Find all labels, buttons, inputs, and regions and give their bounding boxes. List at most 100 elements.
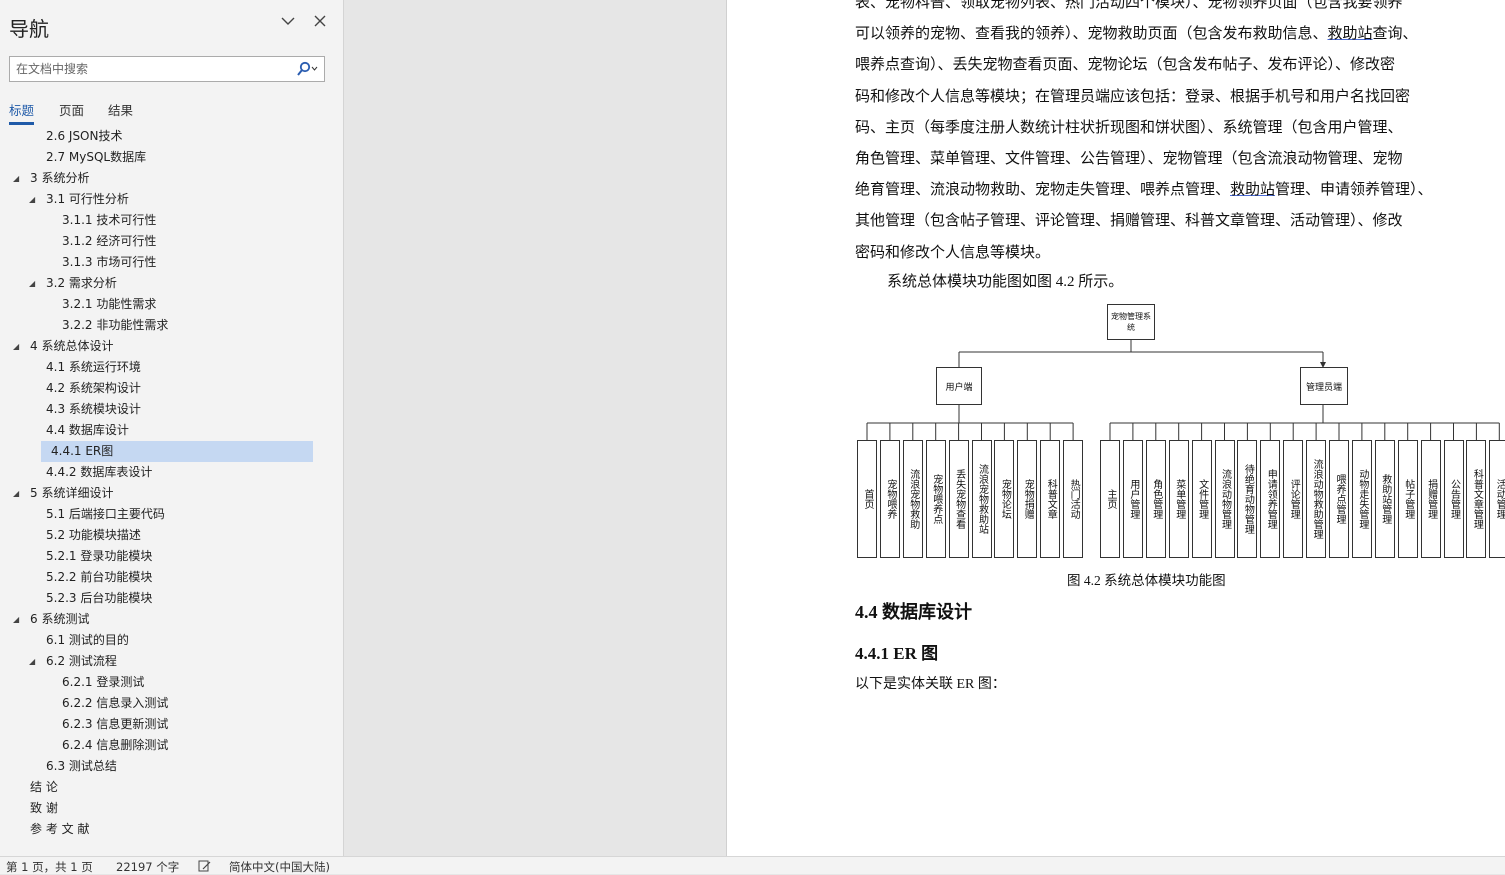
tab-results[interactable]: 结果 — [108, 100, 133, 119]
nav-heading-label: 4.4.2 数据库表设计 — [46, 465, 153, 479]
nav-heading-item[interactable]: 5.2 功能模块描述 — [0, 525, 330, 546]
diagram-module-label: 喂养点管理 — [1334, 474, 1345, 524]
nav-heading-label: 3.1.3 市场可行性 — [62, 255, 157, 269]
diagram-module-label: 公告管理 — [1448, 479, 1460, 519]
nav-heading-item[interactable]: ◢ 5 系统详细设计 — [0, 483, 330, 504]
word-count[interactable]: 22197 个字 — [116, 859, 179, 875]
nav-heading-label: 5.1 后端接口主要代码 — [46, 507, 165, 521]
nav-heading-item[interactable]: 4.4.1 ER图 — [41, 441, 313, 462]
diagram-module-label: 用户管理 — [1127, 479, 1139, 519]
collapse-triangle-icon[interactable]: ◢ — [13, 336, 23, 357]
nav-heading-label: 3.2 需求分析 — [46, 276, 117, 290]
nav-heading-item[interactable]: 5.2.3 后台功能模块 — [0, 588, 330, 609]
collapse-triangle-icon[interactable]: ◢ — [29, 273, 39, 294]
diagram-module-box: 评论管理 — [1283, 440, 1304, 558]
diagram-module-label: 宠物喂养点 — [930, 474, 942, 524]
text-run: 喂养点查询）、丢失宠物查看页面、宠物论坛（包含发布帖子、发布评论）、修改密 — [855, 57, 1396, 74]
nav-heading-item[interactable]: 3.1.3 市场可行性 — [0, 252, 330, 273]
diagram-module-box: 动物走失管理 — [1351, 440, 1372, 558]
nav-heading-label: 6.2.4 信息删除测试 — [62, 738, 169, 752]
nav-heading-item[interactable]: 参 考 文 献 — [0, 819, 330, 840]
nav-heading-label: 结 论 — [30, 780, 58, 794]
diagram-module-label: 待绝育动物管理 — [1242, 464, 1254, 534]
diagram-module-box: 宠物喂养点 — [925, 440, 946, 558]
text-run: 可以领养的宠物、查看我的领养）、宠物救助页面（包含发布救助信息、 — [855, 26, 1328, 43]
nav-heading-item[interactable]: 致 谢 — [0, 798, 330, 819]
nav-heading-label: 6.2.1 登录测试 — [62, 675, 145, 689]
diagram-module-box: 丢失宠物查看 — [948, 440, 969, 558]
diagram-module-box: 流浪宠物救助站 — [971, 440, 992, 558]
tab-pages[interactable]: 页面 — [59, 100, 84, 119]
nav-heading-item[interactable]: 5.2.2 前台功能模块 — [0, 567, 330, 588]
diagram-module-box: 科普文章管理 — [1466, 440, 1487, 558]
nav-heading-label: 2.6 JSON技术 — [46, 129, 123, 143]
diagram-module-box: 活动管理 — [1489, 440, 1505, 558]
nav-heading-label: 6.2.2 信息录入测试 — [62, 696, 169, 710]
search-icon[interactable] — [296, 61, 320, 77]
paragraph-line: 可以领养的宠物、查看我的领养）、宠物救助页面（包含发布救助信息、救助站查询、 — [855, 22, 1418, 43]
nav-heading-label: 6.2.3 信息更新测试 — [62, 717, 169, 731]
collapse-triangle-icon[interactable]: ◢ — [13, 609, 23, 630]
collapse-triangle-icon[interactable]: ◢ — [13, 483, 23, 504]
nav-heading-item[interactable]: 6.2.3 信息更新测试 — [0, 714, 330, 735]
nav-heading-label: 4.3 系统模块设计 — [46, 402, 141, 416]
diagram-module-label: 活动管理 — [1494, 479, 1505, 519]
heading-database-design: 4.4 数据库设计 — [855, 602, 972, 622]
nav-heading-item[interactable]: ◢ 4 系统总体设计 — [0, 336, 330, 357]
collapse-triangle-icon[interactable]: ◢ — [13, 168, 23, 189]
nav-heading-item[interactable]: ◢ 3.2 需求分析 — [0, 273, 330, 294]
paragraph-line: 绝育管理、流浪动物救助、宠物走失管理、喂养点管理、救助站管理、申请领养管理）、 — [855, 178, 1433, 199]
nav-heading-item[interactable]: 4.4.2 数据库表设计 — [0, 462, 330, 483]
collapse-triangle-icon[interactable]: ◢ — [29, 189, 39, 210]
proofing-icon[interactable] — [198, 860, 212, 875]
collapse-triangle-icon[interactable]: ◢ — [29, 651, 39, 672]
nav-heading-item[interactable]: ◢ 3.1 可行性分析 — [0, 189, 330, 210]
nav-heading-item[interactable]: 6.2.2 信息录入测试 — [0, 693, 330, 714]
diagram-module-box: 捐赠管理 — [1420, 440, 1441, 558]
nav-heading-item[interactable]: 4.1 系统运行环境 — [0, 357, 330, 378]
diagram-module-label: 菜单管理 — [1173, 479, 1185, 519]
paragraph-line: 码和修改个人信息等模块；在管理员端应该包括：登录、根据手机号和用户名找回密 — [855, 85, 1410, 106]
nav-heading-item[interactable]: 3.1.1 技术可行性 — [0, 210, 330, 231]
nav-heading-item[interactable]: 6.2.1 登录测试 — [0, 672, 330, 693]
diagram-user-branch-box: 用户端 — [936, 367, 982, 405]
diagram-module-label: 宠物喂养 — [884, 479, 896, 519]
nav-heading-item[interactable]: 6.1 测试的目的 — [0, 630, 330, 651]
search-box — [9, 56, 325, 82]
diagram-module-box: 流浪动物救助管理 — [1306, 440, 1327, 558]
nav-heading-item[interactable]: ◢ 6 系统测试 — [0, 609, 330, 630]
text-run: 码、主页（每季度注册人数统计柱状折现图和饼状图）、系统管理（包含用户管理、 — [855, 119, 1403, 136]
document-page[interactable]: 表、宠物科普、领取宠物列表、热门活动四个模块）、宠物领养页面（包含我要领养 可以领… — [726, 0, 1505, 856]
nav-heading-item[interactable]: 5.1 后端接口主要代码 — [0, 504, 330, 525]
nav-heading-item[interactable]: 4.3 系统模块设计 — [0, 399, 330, 420]
diagram-module-box: 流浪动物管理 — [1214, 440, 1235, 558]
diagram-module-label: 科普文章 — [1045, 479, 1057, 519]
nav-heading-item[interactable]: 3.1.2 经济可行性 — [0, 231, 330, 252]
chevron-down-icon[interactable] — [281, 14, 295, 28]
nav-heading-item[interactable]: 4.2 系统架构设计 — [0, 378, 330, 399]
tab-headings[interactable]: 标题 — [9, 100, 35, 125]
search-input[interactable] — [10, 57, 302, 81]
diagram-module-box: 首页 — [857, 440, 877, 558]
nav-heading-item[interactable]: 6.3 测试总结 — [0, 756, 330, 777]
nav-heading-item[interactable]: 2.6 JSON技术 — [0, 126, 330, 147]
status-bar: 第 1 页，共 1 页 22197 个字 简体中文(中国大陆) — [0, 856, 1505, 874]
diagram-module-label: 流浪动物救助管理 — [1311, 459, 1323, 539]
nav-heading-item[interactable]: 3.2.1 功能性需求 — [0, 294, 330, 315]
nav-heading-item[interactable]: 3.2.2 非功能性需求 — [0, 315, 330, 336]
nav-heading-label: 4.4.1 ER图 — [51, 444, 114, 458]
page-count[interactable]: 第 1 页，共 1 页 — [6, 859, 93, 875]
nav-heading-label: 5.2.1 登录功能模块 — [46, 549, 153, 563]
close-icon[interactable] — [313, 14, 327, 28]
diagram-module-label: 角色管理 — [1150, 479, 1162, 519]
nav-heading-label: 5.2.3 后台功能模块 — [46, 591, 153, 605]
nav-heading-item[interactable]: ◢ 3 系统分析 — [0, 168, 330, 189]
nav-heading-item[interactable]: 5.2.1 登录功能模块 — [0, 546, 330, 567]
nav-heading-item[interactable]: 2.7 MySQL数据库 — [0, 147, 330, 168]
nav-heading-item[interactable]: 6.2.4 信息删除测试 — [0, 735, 330, 756]
nav-heading-label: 致 谢 — [30, 801, 58, 815]
nav-heading-item[interactable]: 结 论 — [0, 777, 330, 798]
nav-heading-item[interactable]: 4.4 数据库设计 — [0, 420, 330, 441]
nav-heading-item[interactable]: ◢ 6.2 测试流程 — [0, 651, 330, 672]
language-indicator[interactable]: 简体中文(中国大陆) — [229, 859, 330, 875]
